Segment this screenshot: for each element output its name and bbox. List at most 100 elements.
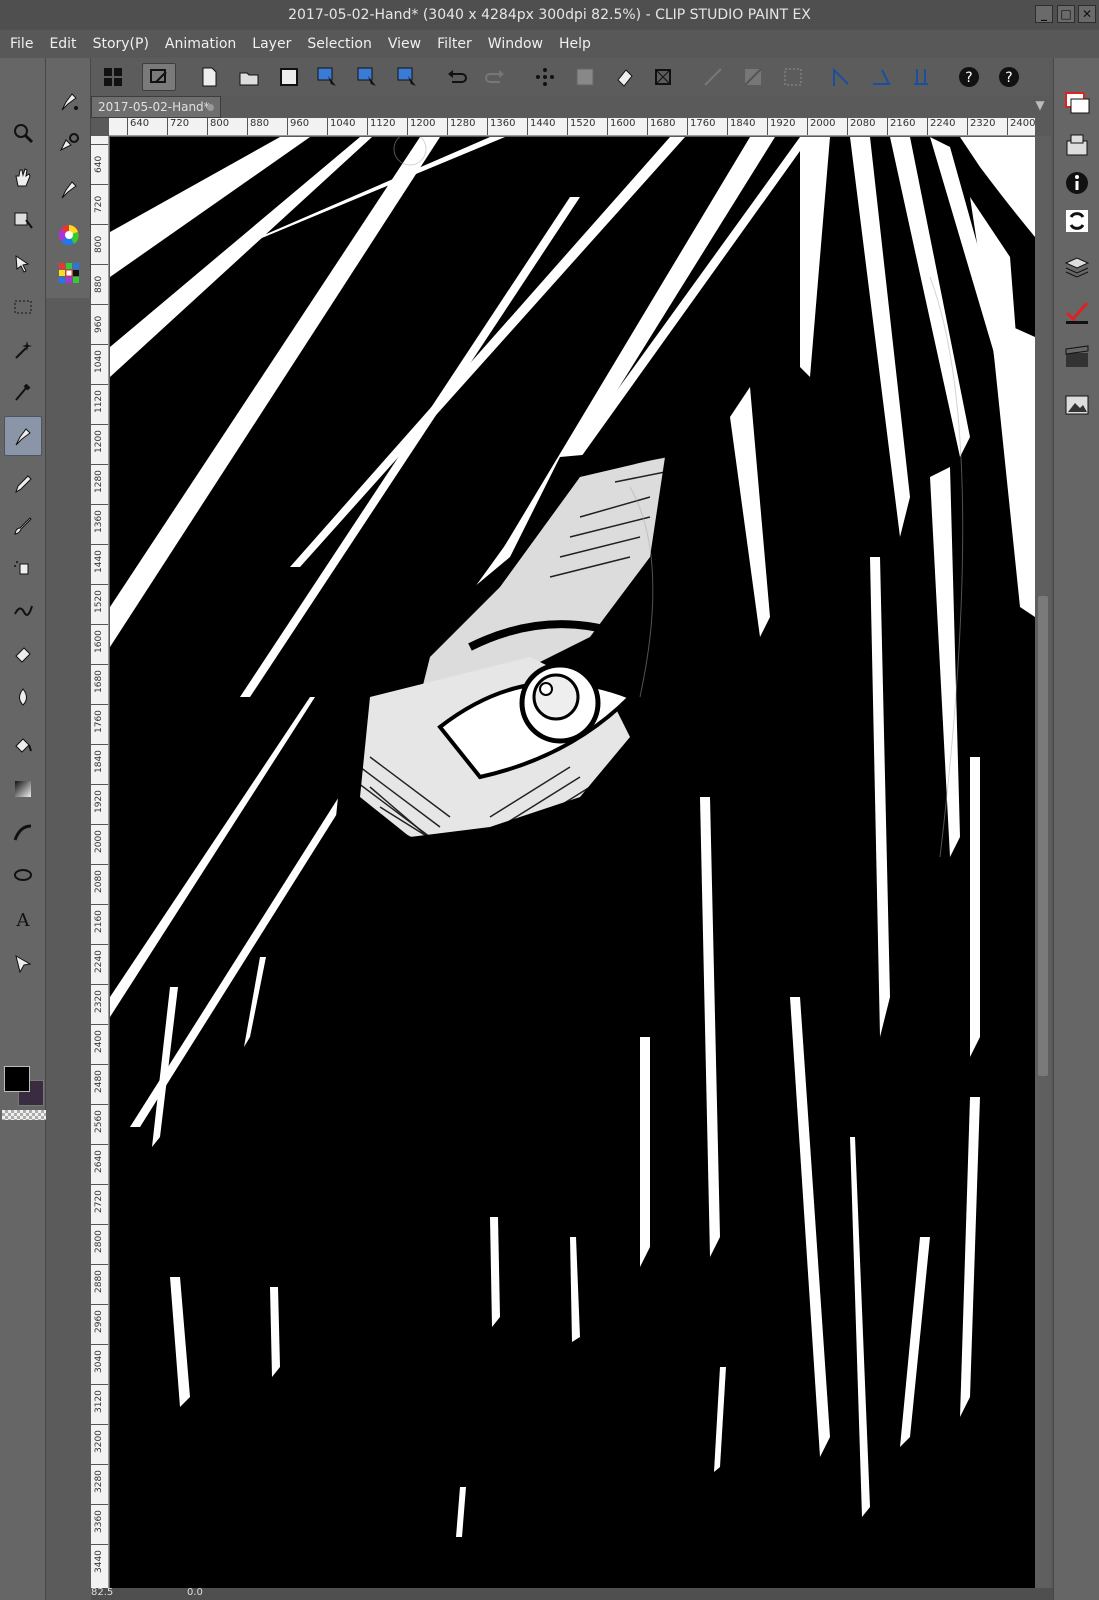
clear-outside-icon[interactable] [574,66,596,88]
selection-icon[interactable] [8,292,38,322]
close-tab-icon[interactable] [207,104,214,111]
layer-icon[interactable] [1060,250,1094,284]
menu-filter[interactable]: Filter [437,36,472,52]
perspective-ruler-icon[interactable] [870,66,892,88]
sub-view-icon[interactable] [1060,128,1094,162]
vruler-label: 3280 [91,1464,108,1504]
brush-icon[interactable] [8,510,38,540]
airbrush-icon[interactable] [8,552,38,582]
sub-tool-detail-icon[interactable] [54,174,84,204]
export-icon[interactable] [316,66,338,88]
pencil-icon[interactable] [8,468,38,498]
ruler-icon[interactable] [830,66,852,88]
figure-icon[interactable] [8,818,38,848]
vertical-scrollbar[interactable] [1035,136,1051,1600]
menu-story[interactable]: Story(P) [93,36,149,52]
minimize-button[interactable]: _ [1035,5,1053,23]
menu-selection[interactable]: Selection [307,36,372,52]
hruler-label: 2240 [927,118,955,135]
animation-icon[interactable] [1060,340,1094,374]
zoom-value[interactable]: 82.5 [91,1587,113,1598]
blend-icon[interactable] [8,682,38,712]
material-icon[interactable] [1060,388,1094,422]
special-ruler-icon[interactable] [910,66,932,88]
vruler-label: 1680 [91,664,108,704]
tab-dropdown-icon[interactable]: ▼ [1029,98,1051,116]
svg-text:?: ? [965,70,972,86]
vruler-label: 2640 [91,1144,108,1184]
document-tab[interactable]: 2017-05-02-Hand* [91,96,221,118]
hruler-label: 2320 [967,118,995,135]
sub-tool-pen-icon[interactable] [54,86,84,116]
command-bar: ? ? [90,58,1049,96]
hruler-label: 1920 [767,118,795,135]
redo-icon[interactable] [484,66,506,88]
decoration-icon[interactable] [8,594,38,624]
clip-studio-icon[interactable] [102,66,124,88]
menu-window[interactable]: Window [488,36,543,52]
snap-grid-icon[interactable] [782,66,804,88]
vruler-label: 1280 [91,464,108,504]
layer-property-icon[interactable] [1060,86,1094,120]
clear-icon[interactable] [534,66,556,88]
magic-wand-icon[interactable] [8,334,38,364]
eraser-icon[interactable] [8,638,38,668]
pen-icon[interactable] [4,416,42,456]
hruler-label: 1520 [567,118,595,135]
menu-help[interactable]: Help [559,36,591,52]
window-title: 2017-05-02-Hand* (3040 x 4284px 300dpi 8… [288,7,811,23]
gradient-icon[interactable] [8,774,38,804]
save-icon[interactable] [278,66,300,88]
help-icon[interactable]: ? [958,66,980,88]
eyedropper-icon[interactable] [8,376,38,406]
vruler-label: 2240 [91,944,108,984]
history-icon[interactable] [1060,204,1094,238]
color-set-icon[interactable] [54,258,84,288]
maximize-button[interactable]: □ [1057,5,1075,23]
hruler-label: 1840 [727,118,755,135]
hruler-label: 640 [127,118,149,135]
vruler-label: 2320 [91,984,108,1024]
menu-view[interactable]: View [388,36,421,52]
menu-layer[interactable]: Layer [252,36,291,52]
new-file-icon[interactable] [198,66,220,88]
scrollbar-thumb[interactable] [1038,596,1048,1076]
snap-special-ruler-icon[interactable] [742,66,764,88]
canvas-area: 2017-05-02-Hand* ▼ 640 720 800 880 960 1… [91,96,1053,1600]
text-icon[interactable]: A [8,904,38,934]
open-file-icon[interactable] [238,66,260,88]
operation-icon[interactable] [8,248,38,278]
transparent-swatch[interactable] [2,1110,46,1120]
snap-ruler-icon[interactable] [702,66,724,88]
hand-icon[interactable] [8,162,38,192]
menu-file[interactable]: File [10,36,33,52]
zoom-icon[interactable] [8,118,38,148]
balloon-icon[interactable] [8,948,38,978]
main-color-swatch[interactable] [4,1066,30,1092]
export-2-icon[interactable] [356,66,378,88]
vruler-label: 1600 [91,624,108,664]
canvas-artwork[interactable] [110,137,1035,1600]
menu-animation[interactable]: Animation [165,36,236,52]
auto-action-icon[interactable] [1060,296,1094,330]
transform-icon[interactable] [652,66,674,88]
help-2-icon[interactable]: ? [998,66,1020,88]
ask-tips-icon[interactable] [142,63,176,91]
move-layer-icon[interactable] [8,204,38,234]
vruler-label: 1520 [91,584,108,624]
fill-icon[interactable] [8,730,38,760]
sub-tool-settings-icon[interactable] [54,126,84,156]
info-icon[interactable] [1060,166,1094,200]
undo-icon[interactable] [446,66,468,88]
export-3-icon[interactable] [396,66,418,88]
vruler-label: 1440 [91,544,108,584]
hruler-label: 1760 [687,118,715,135]
hruler-label: 2080 [847,118,875,135]
color-wheel-icon[interactable] [54,220,84,250]
menu-edit[interactable]: Edit [49,36,76,52]
rotation-value[interactable]: 0.0 [187,1587,203,1598]
vruler-label: 1760 [91,704,108,744]
close-button[interactable]: ✕ [1078,5,1096,23]
ellipse-icon[interactable] [8,860,38,890]
fill-selection-icon[interactable] [614,66,636,88]
